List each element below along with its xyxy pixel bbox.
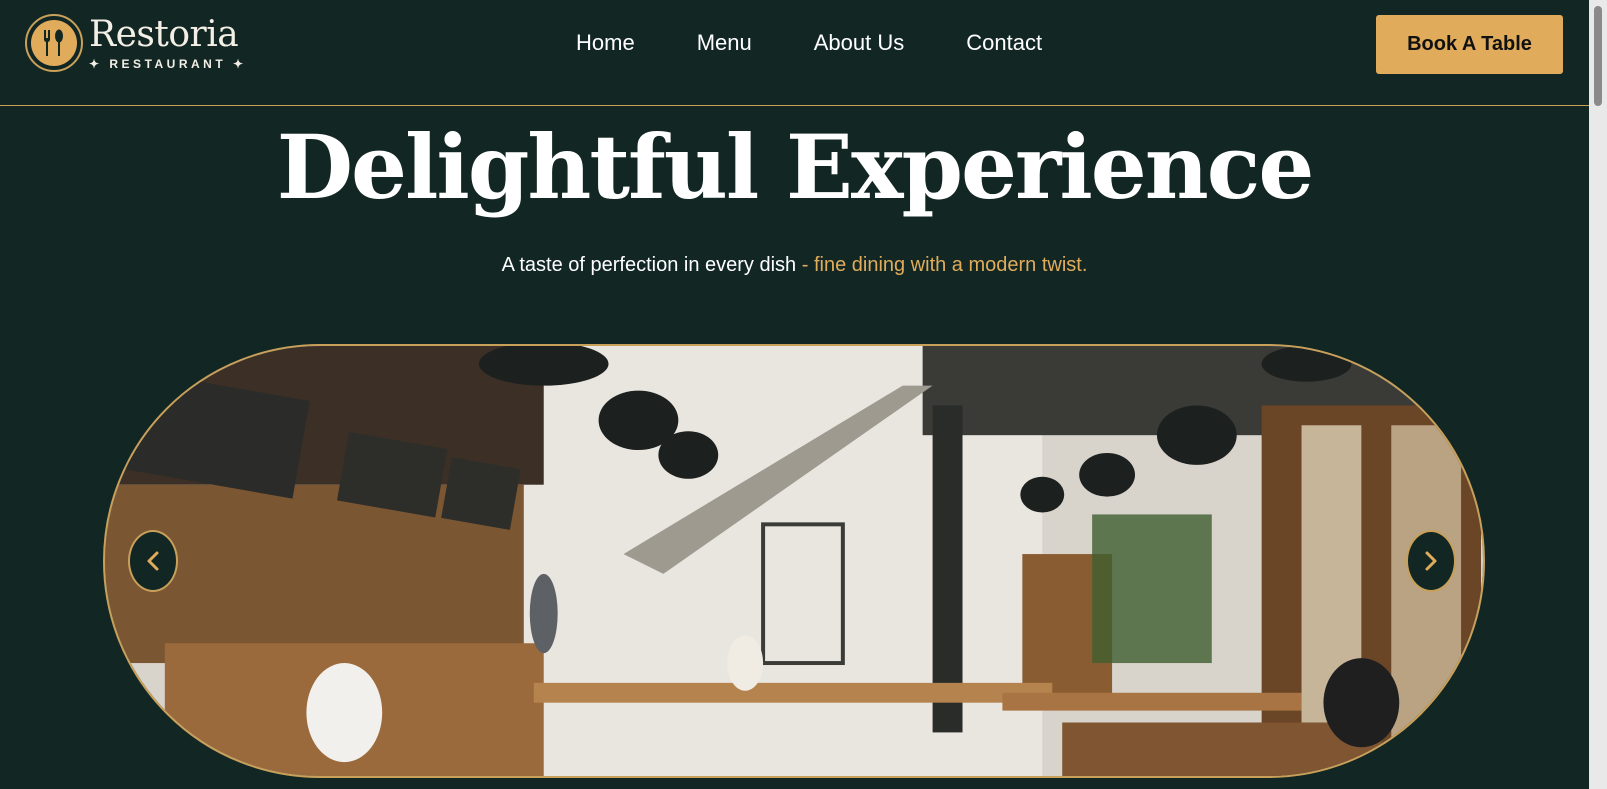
brand-logo[interactable]: Restoria ✦ RESTAURANT ✦ [25,14,247,72]
main-nav: Home Menu About Us Contact [576,30,1042,56]
page-scrollbar[interactable] [1589,0,1607,789]
restaurant-interior-image [105,346,1483,776]
nav-home[interactable]: Home [576,30,635,56]
slider-prev-button[interactable] [128,530,178,592]
hero-image-slider [103,344,1485,778]
hero-subtitle: A taste of perfection in every dish - fi… [0,254,1589,277]
chevron-right-icon [1425,551,1437,571]
brand-name: Restoria [89,13,239,55]
nav-menu[interactable]: Menu [697,30,752,56]
slider-next-button[interactable] [1406,530,1456,592]
book-a-table-button[interactable]: Book A Table [1376,15,1563,74]
nav-contact[interactable]: Contact [966,30,1042,56]
fork-spoon-icon [44,29,63,56]
hero-title: Delightful Experience [276,115,1315,219]
hero-subtitle-accent: - fine dining with a modern twist. [796,254,1088,276]
scrollbar-thumb[interactable] [1594,6,1602,106]
brand-tagline: ✦ RESTAURANT ✦ [89,56,247,71]
nav-about-us[interactable]: About Us [814,30,905,56]
site-header: Restoria ✦ RESTAURANT ✦ Home Menu About … [0,0,1589,106]
chevron-left-icon [147,551,159,571]
logo-badge [25,14,83,72]
hero-subtitle-main: A taste of perfection in every dish [501,254,797,276]
